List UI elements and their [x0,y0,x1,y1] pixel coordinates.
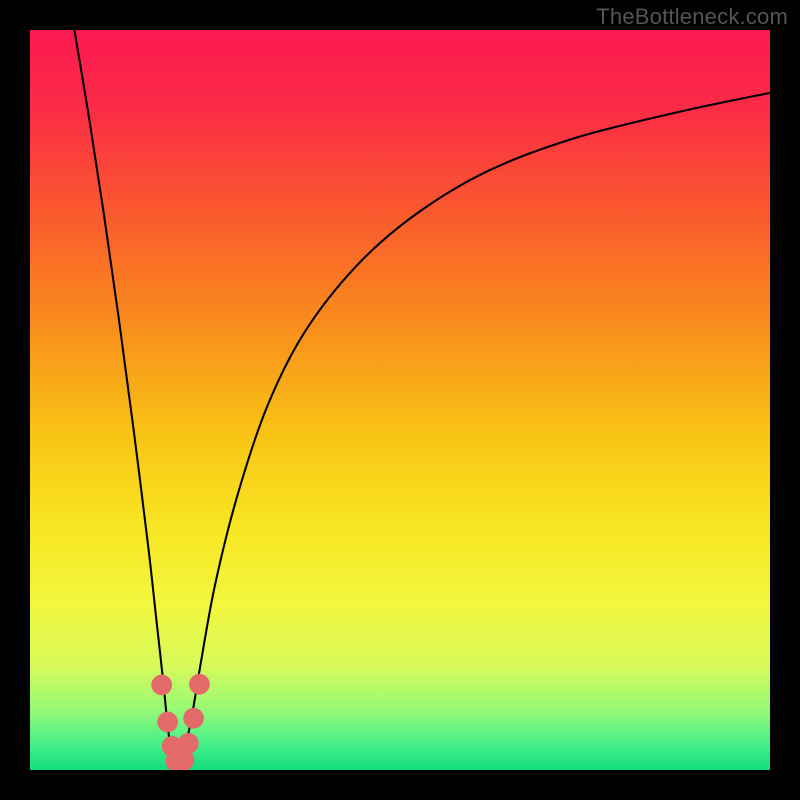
highlight-dot [183,708,204,729]
highlight-dot [157,712,178,733]
watermark-text: TheBottleneck.com [596,4,788,30]
highlight-dot [178,733,199,754]
highlight-dot [189,674,210,695]
plot-area [30,30,770,770]
chart-svg [30,30,770,770]
curve-line [74,30,770,768]
highlight-markers [151,674,209,770]
highlight-dot [151,675,172,696]
outer-frame: TheBottleneck.com [0,0,800,800]
